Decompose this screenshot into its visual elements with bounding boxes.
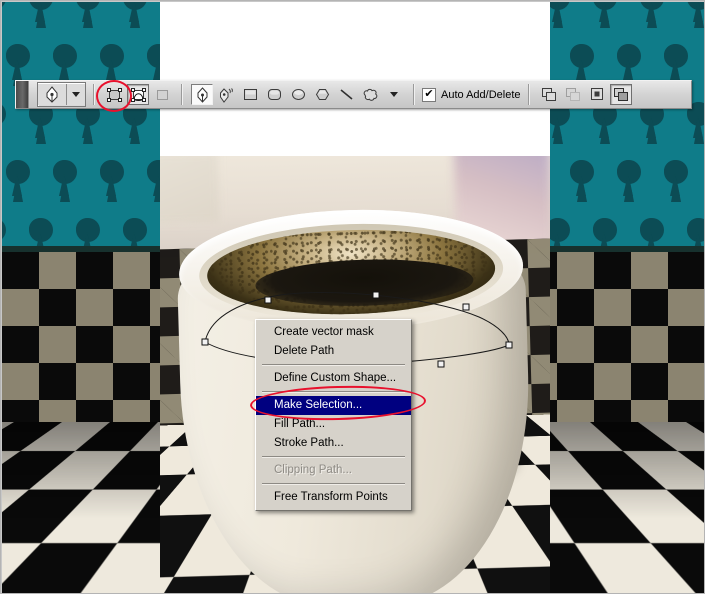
- keyhole-motif: [569, 44, 594, 86]
- path-context-menu[interactable]: Create vector mask Delete Path Define Cu…: [255, 319, 412, 511]
- divider: [181, 84, 183, 105]
- pen-tool-options-bar[interactable]: ✔ Auto Add/Delete: [15, 80, 692, 109]
- polygon-tool-button[interactable]: [311, 84, 333, 105]
- keyhole-motif: [593, 2, 617, 28]
- tool-preset-dropdown-arrow[interactable]: [67, 84, 85, 105]
- line-tool-button[interactable]: [335, 84, 357, 105]
- keyhole-motif: [2, 102, 6, 138]
- rounded-rectangle-tool-button[interactable]: [263, 84, 285, 105]
- divider: [93, 84, 95, 105]
- keyhole-motif: [616, 160, 641, 202]
- keyhole-motif: [29, 2, 53, 28]
- keyhole-motif: [52, 44, 77, 86]
- menu-item-delete-path[interactable]: Delete Path: [256, 342, 411, 361]
- menu-item-clipping-path: Clipping Path...: [274, 464, 352, 476]
- menu-separator: [262, 391, 405, 393]
- menu-separator: [262, 483, 405, 485]
- menu-item-stroke-path[interactable]: Stroke Path...: [256, 434, 411, 453]
- pen-tool-icon: [38, 84, 66, 105]
- keyhole-motif: [687, 2, 704, 28]
- menu-separator: [262, 364, 405, 366]
- add-to-path-area-button[interactable]: [538, 84, 560, 105]
- photo-blur-left: [160, 156, 220, 224]
- fill-pixels-button[interactable]: [151, 84, 173, 105]
- keyhole-motif: [663, 44, 688, 86]
- keyhole-motif: [569, 160, 594, 202]
- keyhole-motif: [2, 2, 6, 22]
- divider: [527, 84, 530, 105]
- menu-item-fill-path[interactable]: Fill Path...: [256, 415, 411, 434]
- menu-item-make-selection[interactable]: Make Selection...: [256, 396, 411, 415]
- menu-item-create-vector-mask[interactable]: Create vector mask: [256, 323, 411, 342]
- ellipse-tool-button[interactable]: [287, 84, 309, 105]
- photoshop-screenshot: ✔ Auto Add/Delete Create vector mask Del…: [0, 0, 705, 594]
- keyhole-motif: [99, 160, 124, 202]
- keyhole-motif: [99, 44, 124, 86]
- keyhole-motif: [616, 44, 641, 86]
- keyhole-motif: [640, 2, 664, 28]
- chevron-down-icon: [72, 92, 80, 97]
- shape-layers-button[interactable]: [103, 84, 125, 105]
- auto-add-delete-checkbox[interactable]: ✔ Auto Add/Delete: [422, 87, 521, 102]
- menu-separator: [262, 456, 405, 458]
- rectangle-tool-button[interactable]: [239, 84, 261, 105]
- auto-add-delete-label: Auto Add/Delete: [441, 88, 521, 101]
- keyhole-motif: [663, 160, 688, 202]
- keyhole-motif: [52, 160, 77, 202]
- divider: [413, 84, 415, 105]
- intersect-path-areas-button[interactable]: [586, 84, 608, 105]
- keyhole-motif: [5, 44, 30, 86]
- checkbox-box[interactable]: ✔: [422, 87, 436, 102]
- subtract-from-path-area-button[interactable]: [562, 84, 584, 105]
- menu-item-free-transform-points[interactable]: Free Transform Points: [256, 488, 411, 507]
- exclude-overlapping-path-areas-button[interactable]: [609, 84, 632, 105]
- check-icon: ✔: [424, 88, 434, 100]
- menu-item-define-custom-shape[interactable]: Define Custom Shape...: [256, 369, 411, 388]
- paths-mode-button[interactable]: [127, 84, 149, 105]
- keyhole-motif: [5, 160, 30, 202]
- pen-tool-button[interactable]: [191, 84, 213, 105]
- freeform-pen-tool-button[interactable]: [215, 84, 237, 105]
- keyhole-motif: [76, 2, 100, 28]
- geometry-options-arrow[interactable]: [383, 84, 405, 105]
- tool-preset-picker[interactable]: [37, 82, 86, 107]
- keyhole-motif: [123, 2, 147, 28]
- toolbar-grip[interactable]: [16, 81, 29, 108]
- chevron-down-icon: [390, 92, 398, 97]
- custom-shape-tool-button[interactable]: [359, 84, 381, 105]
